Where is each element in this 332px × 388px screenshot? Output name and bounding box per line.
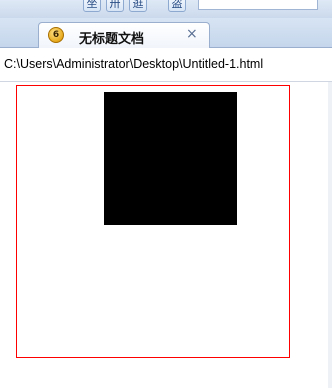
address-bar[interactable]: C:\Users\Administrator\Desktop\Untitled-… <box>0 48 332 82</box>
toolbar-button-3[interactable]: 逛 <box>129 0 147 12</box>
toolbar-button-3-glyph: 逛 <box>132 0 144 10</box>
close-icon[interactable]: × <box>186 26 198 42</box>
document-version-icon: 6 <box>48 27 64 43</box>
toolbar-button-4[interactable]: 盗 <box>168 0 186 12</box>
outer-red-box <box>16 85 290 358</box>
toolbar-button-1-glyph: 坐 <box>86 0 98 10</box>
toolbar-button-2-glyph: 卅 <box>109 0 121 10</box>
page-content <box>0 82 332 388</box>
address-url[interactable]: C:\Users\Administrator\Desktop\Untitled-… <box>4 57 330 71</box>
toolbar-button-2[interactable]: 卅 <box>106 0 124 12</box>
toolbar-button-4-glyph: 盗 <box>171 0 183 10</box>
tab-title: 无标题文档 <box>79 32 145 47</box>
tab-icon-label: 6 <box>52 30 60 40</box>
inner-black-box <box>104 92 237 225</box>
tab-bar: 6 无标题文档 × <box>0 18 332 48</box>
toolbar-title-field[interactable] <box>198 0 318 10</box>
tab-untitled-document[interactable]: 6 无标题文档 × <box>38 22 210 48</box>
toolbar-button-1[interactable]: 坐 <box>83 0 101 12</box>
browser-window: 坐 卅 逛 盗 6 无标题文档 × C:\Users\Administrator… <box>0 0 332 388</box>
scrollbar-edge[interactable] <box>328 82 332 388</box>
top-toolbar: 坐 卅 逛 盗 <box>0 0 332 18</box>
